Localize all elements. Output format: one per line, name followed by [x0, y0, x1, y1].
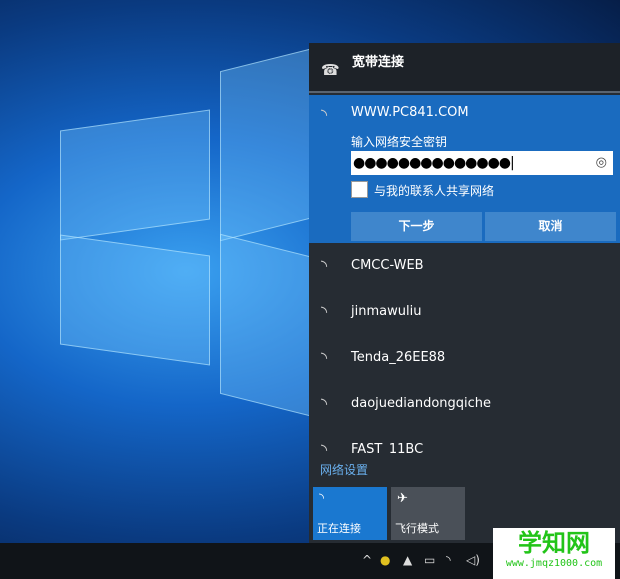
- dialup-icon: ☎: [321, 61, 340, 79]
- logo-pane: [60, 234, 210, 366]
- battery-icon[interactable]: ▭: [424, 553, 435, 567]
- broadband-label: 宽带连接: [352, 55, 405, 70]
- network-ssid: WWW.PC841.COM: [351, 105, 469, 120]
- tile-label: 飞行模式: [395, 522, 439, 535]
- show-hidden-icons[interactable]: ^: [362, 553, 372, 567]
- network-item[interactable]: ◝ daojuediandongqiche: [309, 382, 620, 428]
- network-item[interactable]: ◝ FAST_11BC: [309, 428, 620, 455]
- wifi-icon: ◝: [321, 348, 328, 367]
- reveal-password-icon[interactable]: ◎: [596, 151, 607, 175]
- network-item[interactable]: ◝ Tenda_26EE88: [309, 336, 620, 382]
- broadband-connection[interactable]: ☎ 宽带连接: [309, 43, 620, 93]
- wifi-icon: ◝: [319, 491, 325, 506]
- airplane-icon: ✈: [397, 491, 408, 506]
- usb-icon[interactable]: ▲: [403, 553, 412, 567]
- watermark-title: 学知网: [518, 529, 590, 557]
- logo-pane: [60, 109, 210, 241]
- wifi-icon: ◝: [321, 105, 328, 124]
- wifi-icon: ◝: [321, 302, 328, 321]
- share-checkbox[interactable]: [351, 181, 368, 198]
- tile-label: 正在连接: [317, 522, 361, 535]
- network-name: CMCC-WEB: [351, 258, 424, 273]
- network-item[interactable]: ◝ jinmawuliu: [309, 290, 620, 336]
- share-label: 与我的联系人共享网络: [374, 184, 495, 198]
- network-name: jinmawuliu: [351, 304, 422, 319]
- network-name: FAST_11BC: [351, 442, 424, 455]
- next-button[interactable]: 下一步: [351, 212, 482, 241]
- network-name: daojuediandongqiche: [351, 396, 492, 411]
- logo-pane: [220, 48, 310, 242]
- app-tray-icon[interactable]: ●: [380, 553, 390, 567]
- wifi-icon: ◝: [321, 440, 328, 455]
- wifi-tile[interactable]: ◝ 正在连接: [313, 487, 387, 540]
- logo-pane: [220, 233, 310, 417]
- key-label: 输入网络安全密钥: [351, 135, 448, 149]
- cancel-button[interactable]: 取消: [485, 212, 616, 241]
- network-item[interactable]: ◝ CMCC-WEB: [309, 244, 620, 290]
- watermark-url: www.jmqz1000.com: [505, 558, 603, 569]
- wifi-icon: ◝: [321, 394, 328, 413]
- password-value: ●●●●●●●●●●●●●●: [353, 155, 511, 171]
- airplane-mode-tile[interactable]: ✈ 飞行模式: [391, 487, 465, 540]
- password-input[interactable]: ●●●●●●●●●●●●●●| ◎: [351, 151, 613, 175]
- network-name: Tenda_26EE88: [351, 350, 446, 365]
- network-flyout: ☎ 宽带连接 ◝ WWW.PC841.COM 输入网络安全密钥 ●●●●●●●●…: [309, 43, 620, 543]
- wifi-warning-icon: ◝: [321, 256, 328, 275]
- selected-network: ◝ WWW.PC841.COM 输入网络安全密钥 ●●●●●●●●●●●●●●|…: [309, 95, 620, 243]
- wifi-tray-icon[interactable]: ◝: [446, 553, 451, 567]
- network-settings-link[interactable]: 网络设置: [320, 461, 368, 478]
- watermark: 学知网 www.jmqz1000.com: [493, 528, 615, 579]
- volume-icon[interactable]: ◁): [466, 553, 480, 567]
